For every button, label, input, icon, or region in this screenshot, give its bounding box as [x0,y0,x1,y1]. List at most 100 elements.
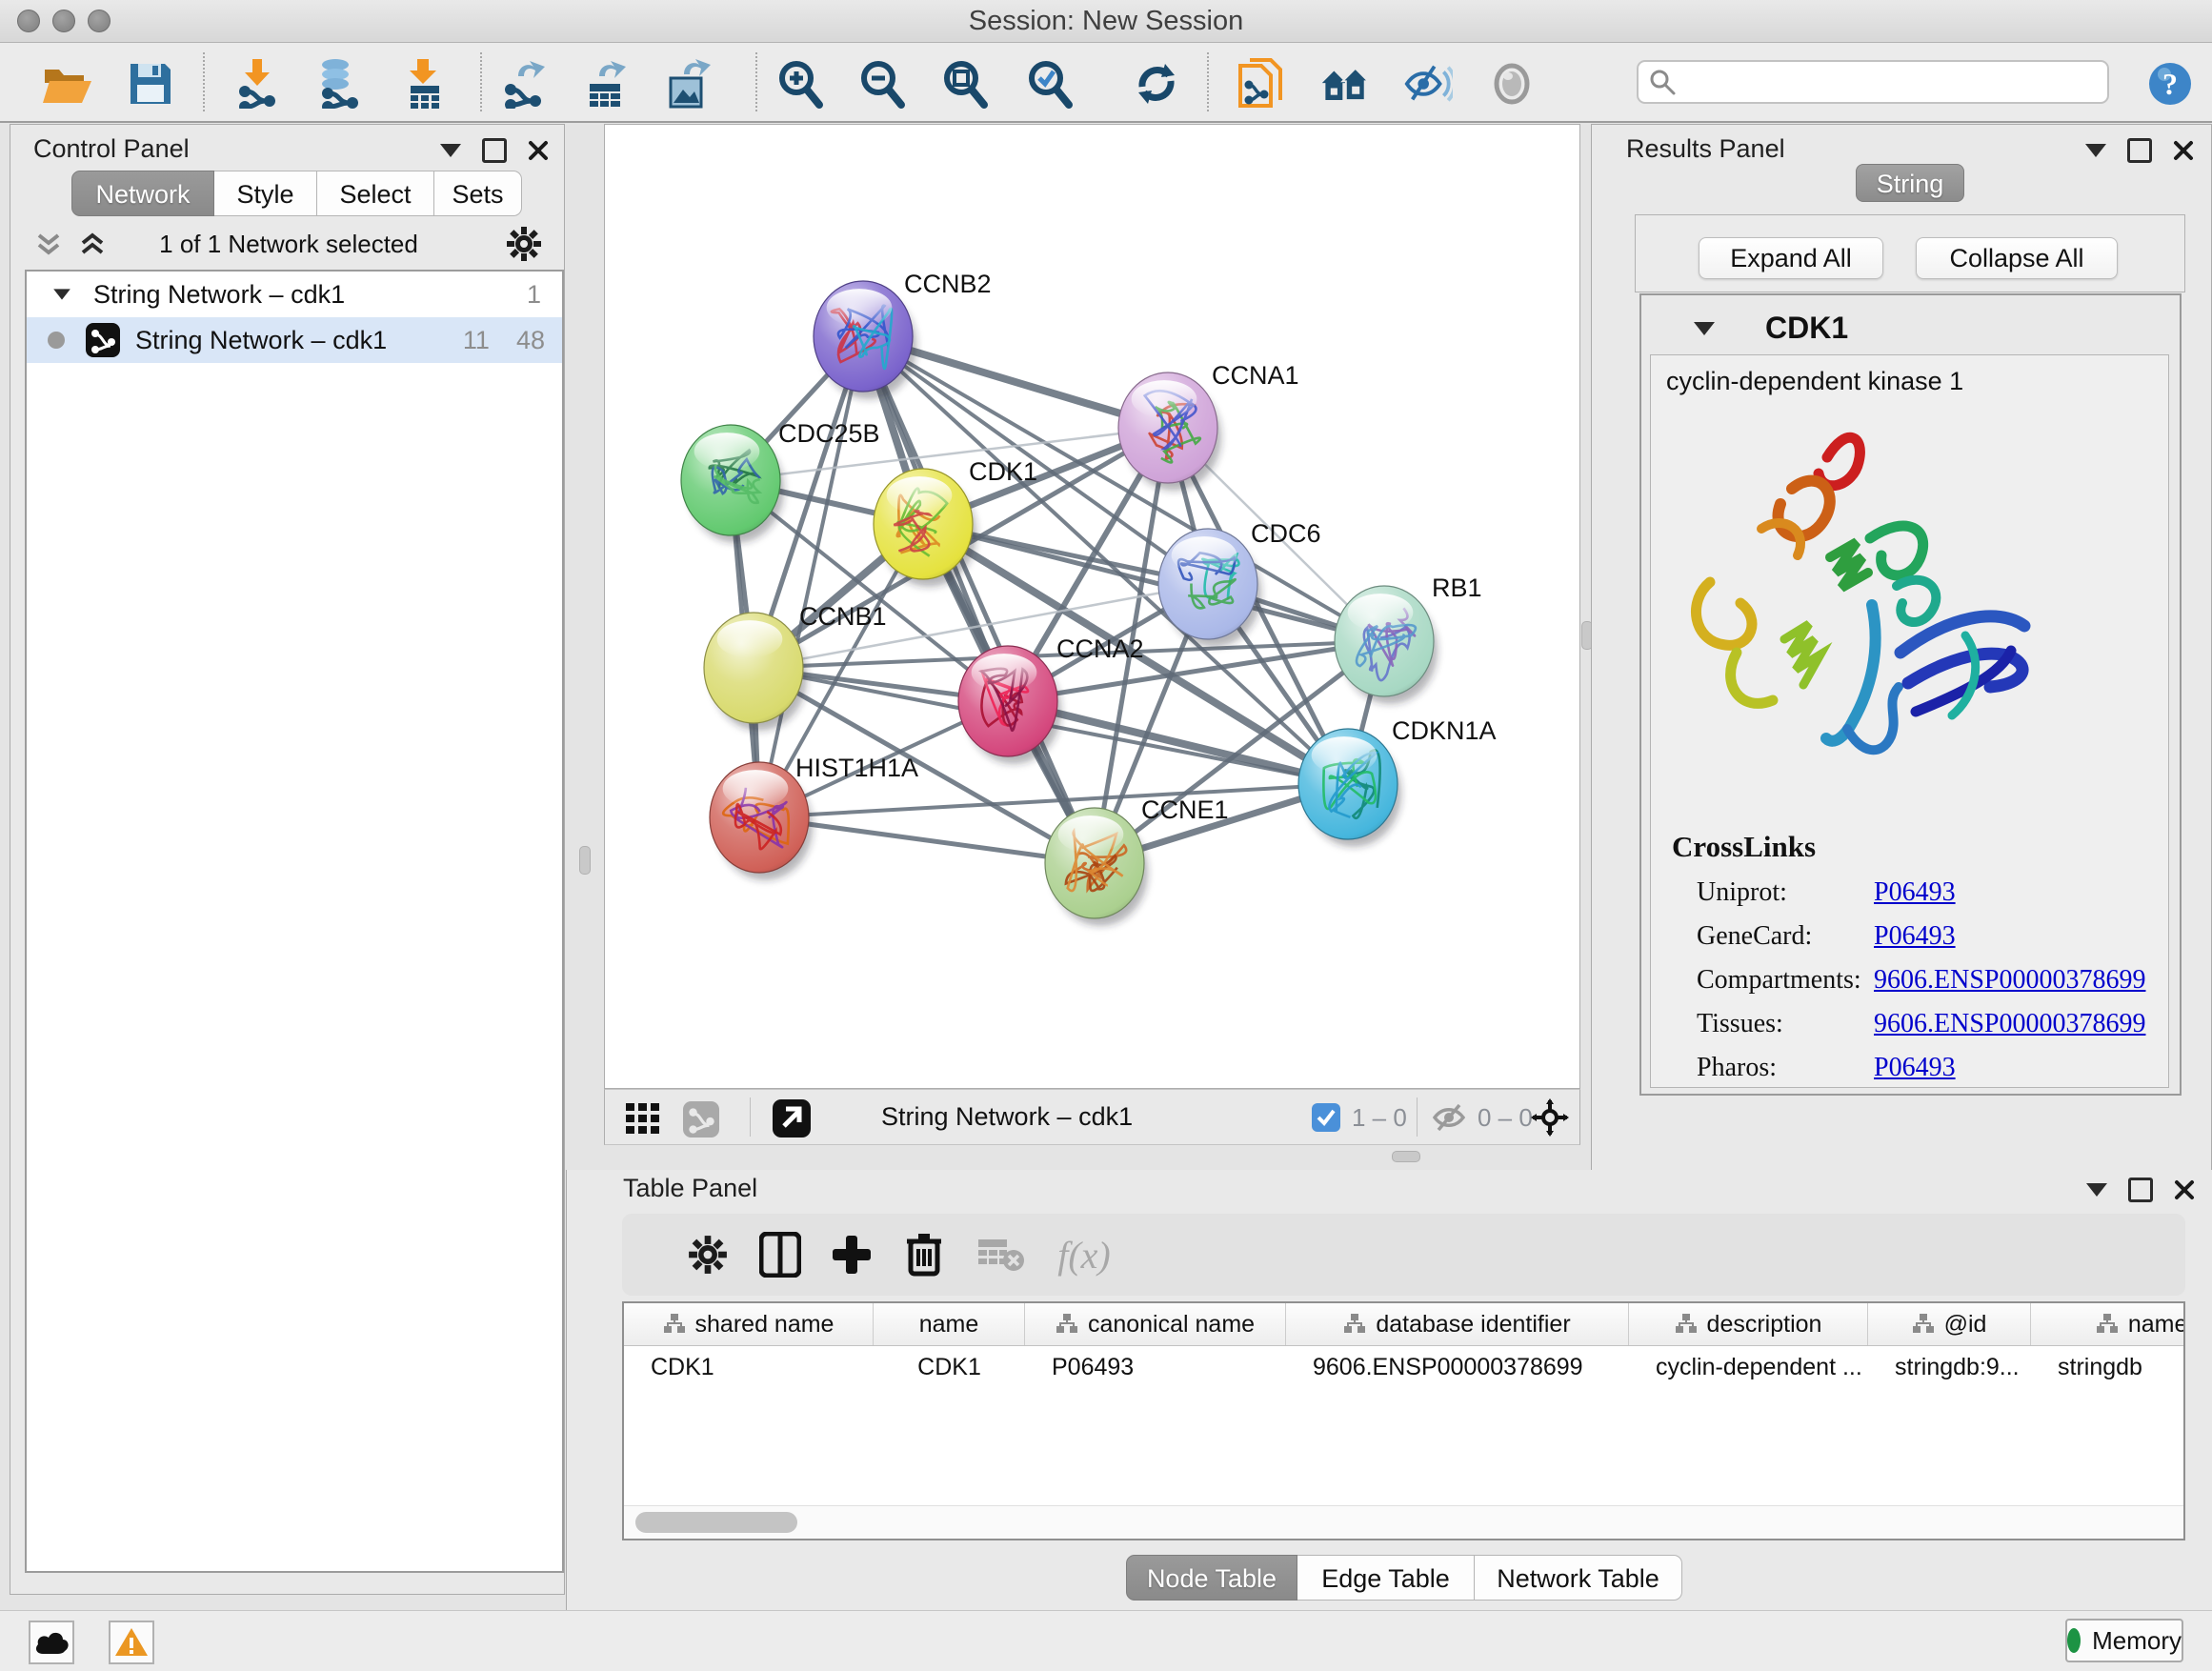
panel-float-icon[interactable] [2127,138,2152,163]
table-row[interactable]: CDK1CDK1P064939606.ENSP00000378699cyclin… [624,1346,2183,1389]
panel-menu-icon[interactable] [440,144,461,157]
panel-menu-icon[interactable] [2085,144,2106,157]
search-field[interactable] [1637,60,2109,104]
network-view-canvas[interactable]: CCNB2CCNA1CDC25BCDK1CDC6RB1CCNB1CCNA2CDK… [604,124,1580,1089]
expand-all-button[interactable]: Expand All [1699,237,1883,279]
import-network-file-button[interactable] [232,59,282,109]
node-CCNB1[interactable]: CCNB1 [704,602,887,731]
scrollbar-thumb[interactable] [635,1512,797,1533]
node-CCNA1[interactable]: CCNA1 [1118,361,1299,491]
left-splitter-handle[interactable] [579,846,591,875]
grid-view-icon[interactable] [626,1103,660,1134]
export-image-button[interactable] [665,59,714,109]
tab-style[interactable]: Style [214,171,317,216]
tab-network[interactable]: Network [71,171,214,216]
open-session-button[interactable] [42,59,91,109]
node-CDKN1A[interactable]: CDKN1A [1298,716,1497,847]
refresh-button[interactable] [1132,59,1181,109]
string-enhance-button[interactable] [1403,59,1453,109]
node-HIST1H1A[interactable]: HIST1H1A [710,754,918,880]
crosslink-value-link[interactable]: P06493 [1874,1053,1956,1083]
column-header-shared-name[interactable]: shared name [624,1303,874,1345]
zoom-fit-button[interactable] [940,59,990,109]
table-cell[interactable]: stringdb:9... [1868,1346,2031,1389]
hidden-eye-icon[interactable] [1432,1102,1468,1133]
network-row[interactable]: String Network – cdk1 11 48 [27,317,562,363]
tab-node-table[interactable]: Node Table [1126,1555,1297,1601]
table-cell[interactable]: cyclin-dependent ... [1629,1346,1868,1389]
crosslink-value-link[interactable]: 9606.ENSP00000378699 [1874,965,2145,996]
table-cell[interactable]: CDK1 [874,1346,1025,1389]
gene-section-expander-icon[interactable] [1694,322,1715,335]
zoom-selected-button[interactable] [1025,59,1075,109]
horizontal-scrollbar[interactable] [624,1505,2183,1539]
table-cell[interactable]: 9606.ENSP00000378699 [1286,1346,1629,1389]
search-input[interactable] [1677,67,2107,98]
column-header-namespace[interactable]: namespace [2031,1303,2185,1345]
import-table-file-button[interactable] [400,59,450,109]
tab-select[interactable]: Select [317,171,434,216]
string-import-button[interactable] [1236,59,1285,109]
crosslink-value-link[interactable]: P06493 [1874,877,1956,908]
zoom-in-button[interactable] [775,59,825,109]
horizontal-splitter-handle[interactable] [1392,1151,1420,1162]
function-builder-button[interactable]: f(x) [1041,1230,1127,1279]
export-table-button[interactable] [582,59,632,109]
column-header-description[interactable]: description [1629,1303,1868,1345]
export-network-button[interactable] [500,59,550,109]
panel-close-icon[interactable] [2173,140,2194,161]
birds-eye-view-icon[interactable] [773,1099,811,1137]
panel-float-icon[interactable] [2128,1178,2153,1202]
network-view-toolbar: String Network – cdk1 1 – 0 0 – 0 [604,1089,1580,1145]
warning-status-button[interactable] [109,1621,154,1664]
save-session-button[interactable] [126,59,175,109]
node-CCNE1[interactable]: CCNE1 [1045,795,1229,926]
table-settings-button[interactable] [683,1230,733,1279]
zoom-out-button[interactable] [857,59,907,109]
edge-CCNB2-CCNE1[interactable] [863,336,1095,863]
table-cell[interactable]: CDK1 [624,1346,874,1389]
column-header-name[interactable]: name [874,1303,1025,1345]
edge-CCNB2-HIST1H1A[interactable] [759,336,863,817]
string-network-graph[interactable]: CCNB2CCNA1CDC25BCDK1CDC6RB1CCNB1CCNA2CDK… [605,125,1579,1088]
crosslink-value-link[interactable]: P06493 [1874,921,1956,952]
selected-checkbox-icon[interactable] [1312,1103,1340,1132]
fit-content-crosshair-icon[interactable] [1531,1098,1569,1137]
network-options-gear-icon[interactable] [506,226,542,262]
delete-column-button[interactable] [899,1230,949,1279]
delete-table-button[interactable] [976,1230,1026,1279]
crosslink-value-link[interactable]: 9606.ENSP00000378699 [1874,1009,2145,1039]
node-CDC25B[interactable]: CDC25B [681,419,880,543]
help-button[interactable]: ? [2145,59,2195,109]
tab-sets[interactable]: Sets [434,171,522,216]
string-home-button[interactable] [1320,59,1370,109]
column-header-canonical-name[interactable]: canonical name [1025,1303,1286,1345]
tree-expander-icon[interactable] [53,289,70,299]
column-header--id[interactable]: @id [1868,1303,2031,1345]
table-cell[interactable]: P06493 [1025,1346,1286,1389]
show-columns-button[interactable] [755,1230,805,1279]
node-CDK1[interactable]: CDK1 [874,457,1037,587]
node-CCNB2[interactable]: CCNB2 [814,270,992,399]
network-collection-row[interactable]: String Network – cdk1 1 [27,272,562,317]
table-cell[interactable]: stringdb [2031,1346,2185,1389]
memory-button[interactable]: Memory [2065,1619,2183,1662]
panel-menu-icon[interactable] [2086,1183,2107,1197]
collapse-all-button[interactable]: Collapse All [1916,237,2118,279]
import-network-database-button[interactable] [312,59,362,109]
panel-close-icon[interactable] [2174,1179,2195,1200]
network-share-icon[interactable] [683,1101,719,1137]
column-header-database-identifier[interactable]: database identifier [1286,1303,1629,1345]
string-glass-ball-button[interactable] [1487,59,1537,109]
node-label-CCNB2: CCNB2 [904,270,992,298]
node-RB1[interactable]: RB1 [1335,574,1482,704]
delete-table-icon [978,1236,1024,1274]
cloud-status-button[interactable] [29,1621,74,1664]
tab-network-table[interactable]: Network Table [1475,1555,1682,1601]
tab-edge-table[interactable]: Edge Table [1297,1555,1475,1601]
results-tab-string[interactable]: String [1856,164,1964,202]
add-column-button[interactable] [827,1230,876,1279]
panel-float-icon[interactable] [482,138,507,163]
node-CDC6[interactable]: CDC6 [1158,519,1321,647]
panel-close-icon[interactable] [528,140,549,161]
